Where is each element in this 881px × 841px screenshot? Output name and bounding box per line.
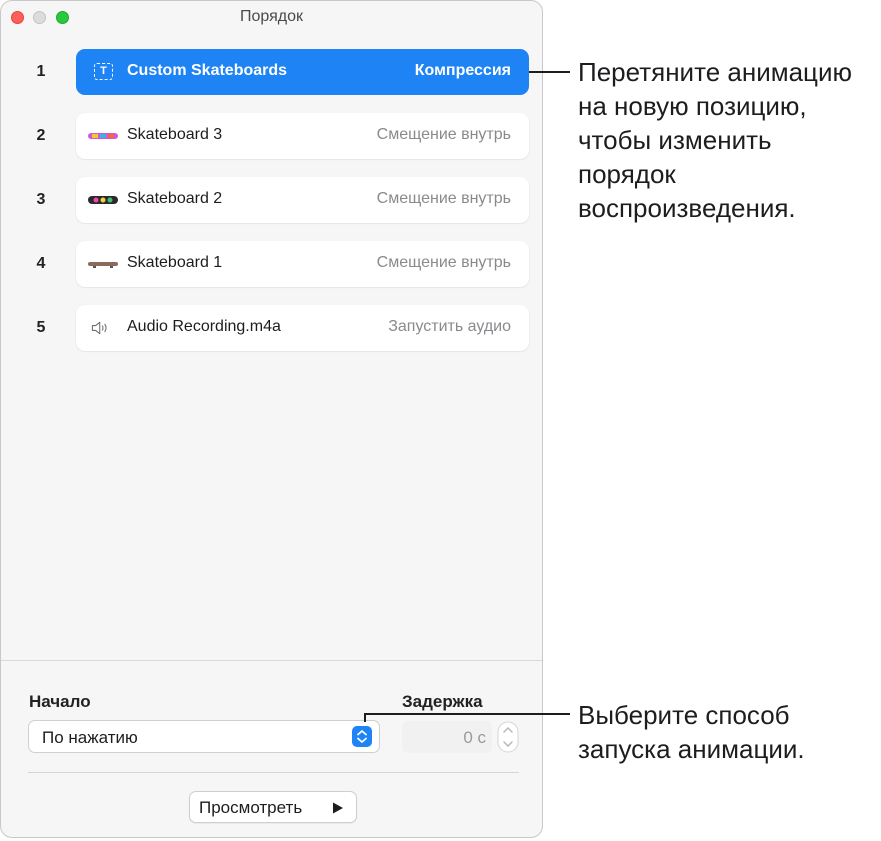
delay-value: 0 с xyxy=(463,728,486,747)
start-select-value: По нажатию xyxy=(42,728,138,747)
animation-item-custom-skateboards[interactable]: T Custom Skateboards Компрессия xyxy=(76,49,529,95)
preview-button-label: Просмотреть xyxy=(199,798,303,817)
item-name: Skateboard 1 xyxy=(127,254,223,271)
item-effect: Компрессия xyxy=(414,62,511,79)
row-number: 5 xyxy=(36,319,46,336)
delay-stepper[interactable] xyxy=(497,721,519,753)
footer-divider xyxy=(28,772,519,773)
skateboard-thumbnail-icon xyxy=(88,133,118,139)
start-label: Начало xyxy=(29,692,91,711)
item-name: Audio Recording.m4a xyxy=(127,318,281,335)
skateboard-thumbnail-icon xyxy=(88,262,118,268)
animation-item-audio-recording[interactable]: Audio Recording.m4a Запустить аудио xyxy=(76,305,529,351)
item-name: Skateboard 2 xyxy=(127,190,223,207)
skateboard-thumbnail-icon xyxy=(88,196,118,204)
item-effect: Смещение внутрь xyxy=(376,190,511,207)
animation-item-skateboard-2[interactable]: Skateboard 2 Смещение внутрь xyxy=(76,177,529,223)
start-callout: Выберите способ запуска анимации. xyxy=(578,700,805,764)
item-name: Skateboard 3 xyxy=(127,126,223,143)
section-divider xyxy=(1,660,542,661)
item-effect: Запустить аудио xyxy=(388,318,511,335)
animation-item-skateboard-3[interactable]: Skateboard 3 Смещение внутрь xyxy=(76,113,529,159)
callout-leader-line xyxy=(529,71,570,73)
text-box-icon: T xyxy=(94,63,113,80)
delay-field[interactable]: 0 с xyxy=(402,721,492,753)
row-number: 1 xyxy=(36,63,46,80)
delay-label: Задержка xyxy=(402,692,483,711)
row-number: 2 xyxy=(36,127,46,144)
item-name: Custom Skateboards xyxy=(127,62,288,79)
row-number: 3 xyxy=(36,191,46,208)
item-effect: Смещение внутрь xyxy=(376,126,511,143)
chevron-up-down-icon xyxy=(352,726,372,747)
drag-callout: Перетяните анимацию на новую позицию, чт… xyxy=(578,57,852,223)
preview-button[interactable]: Просмотреть xyxy=(189,791,357,823)
callout-leader-line xyxy=(364,713,570,715)
play-icon xyxy=(333,802,343,814)
animation-item-skateboard-1[interactable]: Skateboard 1 Смещение внутрь xyxy=(76,241,529,287)
window-title: Порядок xyxy=(239,8,303,25)
row-number: 4 xyxy=(36,255,46,272)
item-effect: Смещение внутрь xyxy=(376,254,511,271)
speaker-icon xyxy=(91,321,107,335)
start-select[interactable]: По нажатию xyxy=(28,720,380,753)
callout-leader-line xyxy=(364,713,366,722)
title-bar: Порядок xyxy=(1,1,542,35)
